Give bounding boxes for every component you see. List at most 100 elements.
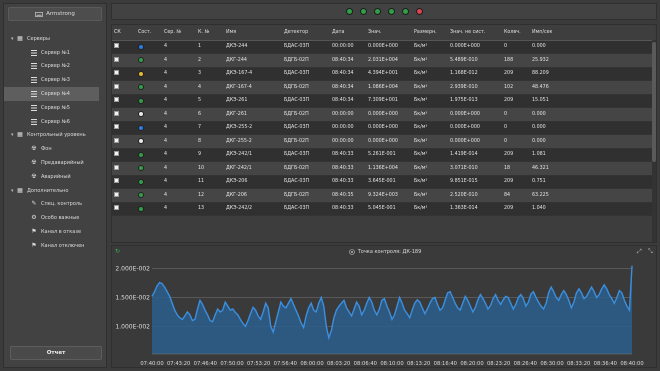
table-row[interactable]: 4 6 ДКГ-261 БДГБ-02П 00:00:00 0.000E+000 Бк/м³… (112, 107, 654, 122)
column-header[interactable]: Колвч. (502, 25, 530, 41)
column-header[interactable]: СК (112, 25, 136, 41)
table-cell: Бк/м³ (412, 53, 448, 68)
row-checkbox[interactable] (114, 83, 119, 89)
table-cell (136, 148, 162, 162)
sidebar-item-label: Сервер №4 (41, 91, 70, 98)
table-row[interactable]: 4 10 ДКГ-242/1 БДГБ-02П 08:40:33 1.136E+004 Бк… (112, 161, 654, 176)
table-cell: БДАС-03П (282, 148, 330, 162)
column-header[interactable]: Размерн. (412, 25, 448, 41)
sidebar-item[interactable]: ☢ Предаварийный (4, 156, 108, 170)
column-header[interactable]: Имп/сек (530, 25, 654, 41)
table-row[interactable]: 4 9 ДКЭ-242/1 БДАС-03П 08:40:33 5.261E-001 Бк/… (112, 148, 654, 162)
list-icon (31, 49, 37, 56)
sidebar-item[interactable]: Сервер №5 (4, 101, 108, 115)
fullscreen-icon[interactable]: ⤡ (648, 248, 653, 256)
table-cell: 102 (502, 80, 530, 95)
x-tick-label: 08:23:20 (487, 361, 510, 367)
scrollbar-thumb[interactable] (652, 42, 656, 162)
table-cell (136, 107, 162, 122)
row-checkbox[interactable] (114, 70, 119, 76)
sidebar-item[interactable]: Сервер №2 (4, 60, 108, 74)
sidebar-item[interactable]: ☢ Фон (4, 142, 108, 156)
table-cell: БДАС-03П (282, 94, 330, 108)
row-checkbox[interactable] (114, 137, 119, 143)
sidebar-item[interactable]: Сервер №6 (4, 115, 108, 129)
column-header[interactable]: Детектор (282, 25, 330, 41)
row-checkbox[interactable] (114, 110, 119, 116)
sidebar-item[interactable]: ☢ Аварийный (4, 170, 108, 184)
row-checkbox[interactable] (114, 124, 119, 130)
x-tick-label: 08:20:00 (460, 361, 483, 367)
table-cell: ДКГ-255-2 (224, 134, 282, 149)
table-row[interactable]: 4 12 ДКГ-206 БДГБ-02П 08:40:35 9.324E+003 Бк/м… (112, 188, 654, 203)
row-checkbox[interactable] (114, 43, 119, 49)
table-cell (112, 67, 136, 81)
table-cell: БДАС-03П (282, 121, 330, 135)
table-cell: 8 (196, 134, 224, 149)
table-row[interactable]: 4 4 ДКГ-167-4 БДГБ-02П 08:40:34 1.086E+004 Бк/… (112, 80, 654, 95)
refresh-icon[interactable]: ↻ (115, 248, 120, 255)
table-row[interactable]: 4 11 ДКЭ-206 БДАС-03П 08:40:33 3.645E-001 Бк/м… (112, 175, 654, 189)
row-checkbox[interactable] (114, 164, 119, 170)
state-indicator-icon (138, 43, 144, 50)
table-row[interactable]: 4 1 ДКЭ-244 БДАС-03П 00:00:00 0.000E+000 Бк/м³… (112, 40, 654, 54)
table-cell: БДГБ-02П (282, 53, 330, 68)
state-indicator-icon (138, 151, 144, 158)
sidebar-item[interactable]: Сервер №1 (4, 46, 108, 60)
column-header[interactable]: Сер. № (162, 25, 196, 41)
radiation-icon: ☢ (31, 172, 37, 180)
sidebar-group-0[interactable]: ▾ ▦ Серверы (4, 32, 108, 46)
table-row[interactable]: 4 8 ДКГ-255-2 БДГБ-02П 00:00:00 0.000E+000 Бк/… (112, 134, 654, 149)
table-row[interactable]: 4 2 ДКГ-244 БДГБ-02П 08:40:34 2.031E+004 Бк/м³… (112, 53, 654, 68)
x-tick-label: 07:46:40 (194, 361, 217, 367)
table-header-row: СК Сост. Сер. № К. № Имя Детектор Дата Знач. Раз… (112, 25, 654, 41)
table-cell: 08:40:33 (330, 202, 366, 216)
list-icon (31, 77, 37, 84)
sidebar-item[interactable]: ✎ Спец. контроль (4, 198, 108, 212)
table-cell: 00:00:00 (330, 40, 366, 54)
table-cell (136, 188, 162, 203)
table-cell (112, 175, 136, 189)
list-icon (31, 91, 37, 98)
column-header[interactable]: Сост. (136, 25, 162, 41)
table-cell: 4 (162, 134, 196, 149)
table-row[interactable]: 4 7 ДКЭ-255-2 БДАС-03П 00:00:00 0.000E+000 Бк/… (112, 121, 654, 135)
brand-label: Armstrong (46, 11, 75, 17)
table-cell: ДКГ-261 (224, 107, 282, 122)
row-checkbox[interactable] (114, 205, 119, 211)
column-header[interactable]: Знач. не сист. (448, 25, 502, 41)
row-checkbox[interactable] (114, 178, 119, 184)
table-row[interactable]: 4 3 ДКЭ-167-4 БДАС-03П 08:40:34 4.394E+001 Бк/… (112, 67, 654, 81)
sidebar-item[interactable]: ⚑ Канал отключен (4, 239, 108, 253)
row-checkbox[interactable] (114, 191, 119, 197)
table-scrollbar[interactable] (652, 40, 656, 242)
column-header[interactable]: К. № (196, 25, 224, 41)
sidebar-item[interactable]: Сервер №4 (4, 87, 99, 101)
report-button[interactable]: Отчет (10, 346, 102, 360)
state-indicator-icon (138, 192, 144, 198)
sidebar-item[interactable]: ⚑ Канал в отказе (4, 225, 108, 239)
sidebar-item[interactable]: ⚙ Особо важные (4, 211, 108, 225)
x-tick-label: 08:16:40 (434, 361, 457, 367)
expand-icon[interactable]: ⤢ (637, 248, 642, 256)
table-cell: 08:40:33 (330, 175, 366, 189)
sidebar-item[interactable]: Сервер №3 (4, 73, 108, 87)
sidebar-item-label: Аварийный (41, 173, 71, 180)
sidebar-group-2[interactable]: ▾ ▦ Дополнительно (4, 184, 108, 198)
row-checkbox[interactable] (114, 151, 119, 157)
column-header[interactable]: Имя (224, 25, 282, 41)
sidebar-group-1[interactable]: ▾ ▦ Контрольный уровень (4, 129, 108, 143)
column-header[interactable]: Дата (330, 25, 366, 41)
table-cell: 5.261E-001 (366, 148, 412, 162)
row-checkbox[interactable] (114, 56, 119, 62)
column-header[interactable]: Знач. (366, 25, 412, 41)
table-row[interactable]: 4 13 ДКЭ-242/2 БДАС-03П 08:40:33 5.045E-001 Бк… (112, 202, 654, 216)
brand-button[interactable]: Armstrong (8, 7, 102, 21)
table-cell: ДКЭ-255-2 (224, 121, 282, 135)
table-cell: 63.225 (530, 188, 654, 203)
radiation-icon: ☢ (31, 145, 37, 153)
row-checkbox[interactable] (114, 97, 119, 103)
table-cell: 4 (162, 161, 196, 176)
table-cell: Бк/м³ (412, 121, 448, 135)
table-row[interactable]: 4 5 ДКЭ-261 БДАС-03П 08:40:34 7.309E+001 Бк/м³… (112, 94, 654, 108)
